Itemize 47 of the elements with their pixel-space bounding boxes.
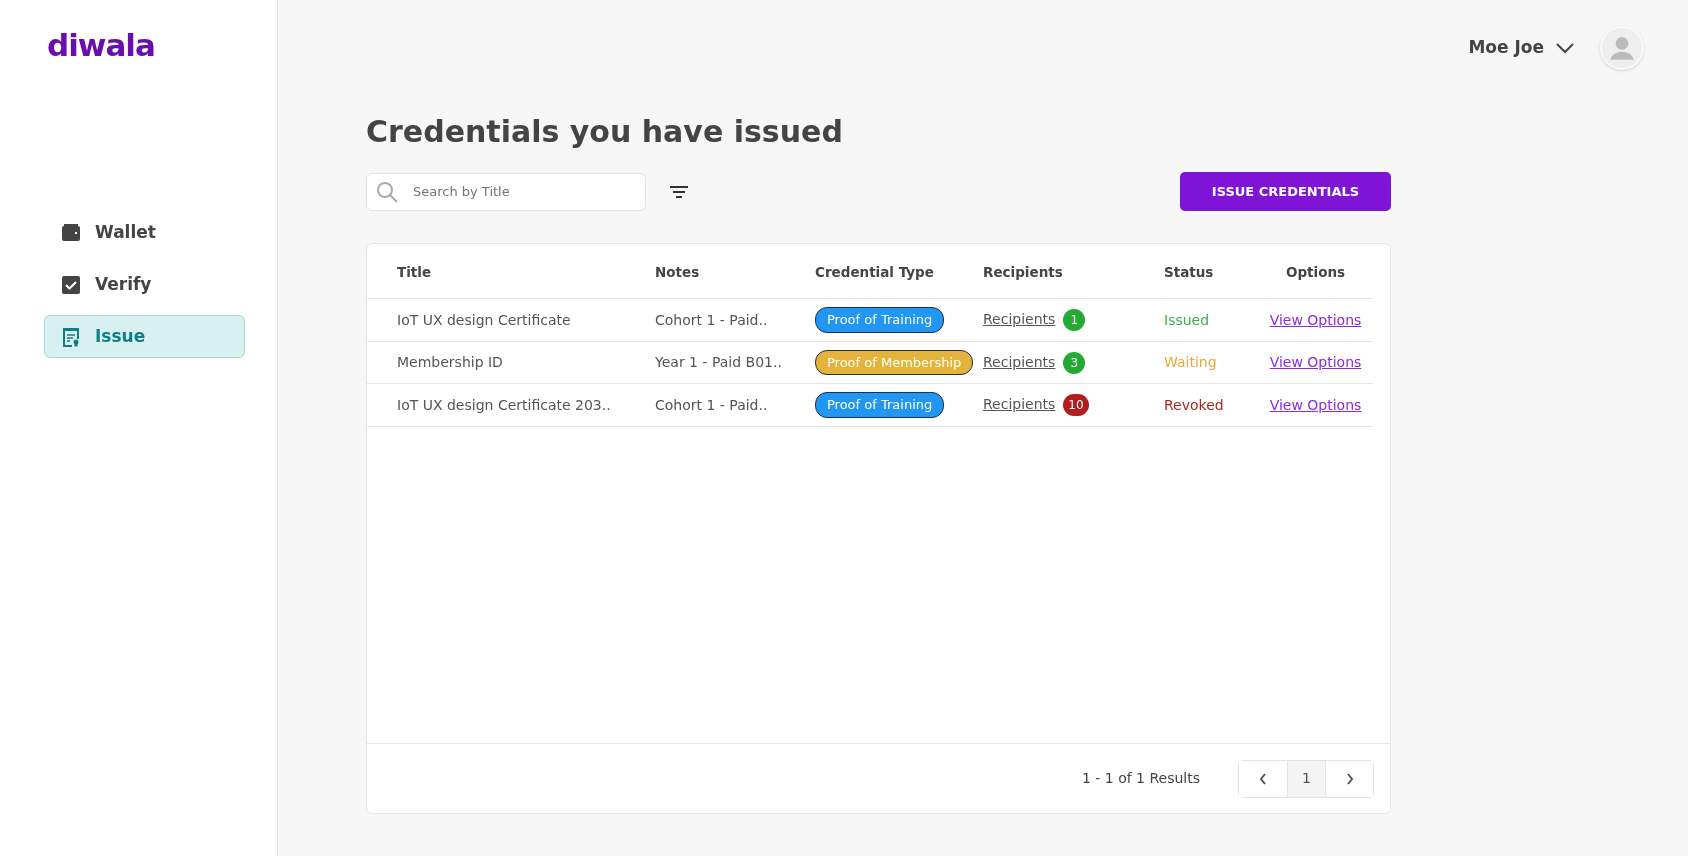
avatar[interactable] [1600, 26, 1644, 70]
column-header: Notes [625, 244, 785, 299]
sidebar-item[interactable]: Verify [44, 263, 245, 306]
recipient-count: 10 [1063, 394, 1089, 416]
table-cell: Cohort 1 - Paid.. [625, 298, 785, 342]
sidebar-item[interactable]: Wallet [44, 211, 245, 254]
recipients-link[interactable]: Recipients [983, 353, 1056, 370]
column-header: Credential Type [785, 244, 953, 299]
table-cell: IoT UX design Certificate [367, 298, 625, 342]
credential-type-tag: Proof of Membership [815, 349, 974, 376]
checkbox-icon [61, 274, 81, 295]
results-summary: 1 - 1 of 1 Results [1081, 769, 1200, 788]
column-header: Title [367, 244, 625, 299]
status-text: Issued [1164, 311, 1210, 328]
recipients-link[interactable]: Recipients [983, 396, 1056, 412]
table-cell: Membership ID [367, 341, 625, 384]
view-options-link[interactable]: View Options [1269, 354, 1362, 370]
credential-type-tag: Proof of Training [815, 307, 945, 333]
view-options-link[interactable]: View Options [1269, 311, 1362, 328]
user-menu[interactable]: Moe Joe [1468, 35, 1574, 61]
chevron-left-icon [1259, 773, 1267, 785]
search-field[interactable]: Search by Title [366, 172, 646, 211]
logo: diwala [47, 30, 156, 61]
sidebar-item[interactable]: Issue [44, 315, 245, 358]
status-text: Revoked [1164, 396, 1224, 413]
issue-credentials-button[interactable]: ISSUE CREDENTIALS [1180, 172, 1391, 211]
column-header: Status [1134, 244, 1258, 299]
wallet-icon [61, 222, 81, 243]
filter-icon[interactable] [670, 185, 688, 198]
table-cell: Cohort 1 - Paid.. [625, 383, 785, 427]
table-cell: IoT UX design Certificate 203.. [367, 383, 625, 427]
page-title: Credentials you have issued [366, 114, 844, 150]
chevron-down-icon [1556, 42, 1574, 54]
recipients-link[interactable]: Recipients [983, 311, 1056, 327]
credential-type-tag: Proof of Training [815, 392, 945, 418]
page-button[interactable]: 1 [1287, 760, 1325, 797]
search-icon [376, 180, 398, 203]
status-text: Waiting [1164, 354, 1217, 370]
recipient-count: 3 [1063, 351, 1086, 374]
table-cell: Year 1 - Paid B01.. [625, 341, 785, 384]
view-options-link[interactable]: View Options [1269, 396, 1362, 413]
column-header: Options [1258, 244, 1373, 299]
column-header: Recipients [953, 244, 1134, 299]
next-page-button[interactable] [1325, 760, 1373, 797]
recipient-count: 1 [1063, 309, 1086, 331]
certificate-icon [61, 326, 81, 347]
chevron-right-icon [1345, 773, 1354, 785]
